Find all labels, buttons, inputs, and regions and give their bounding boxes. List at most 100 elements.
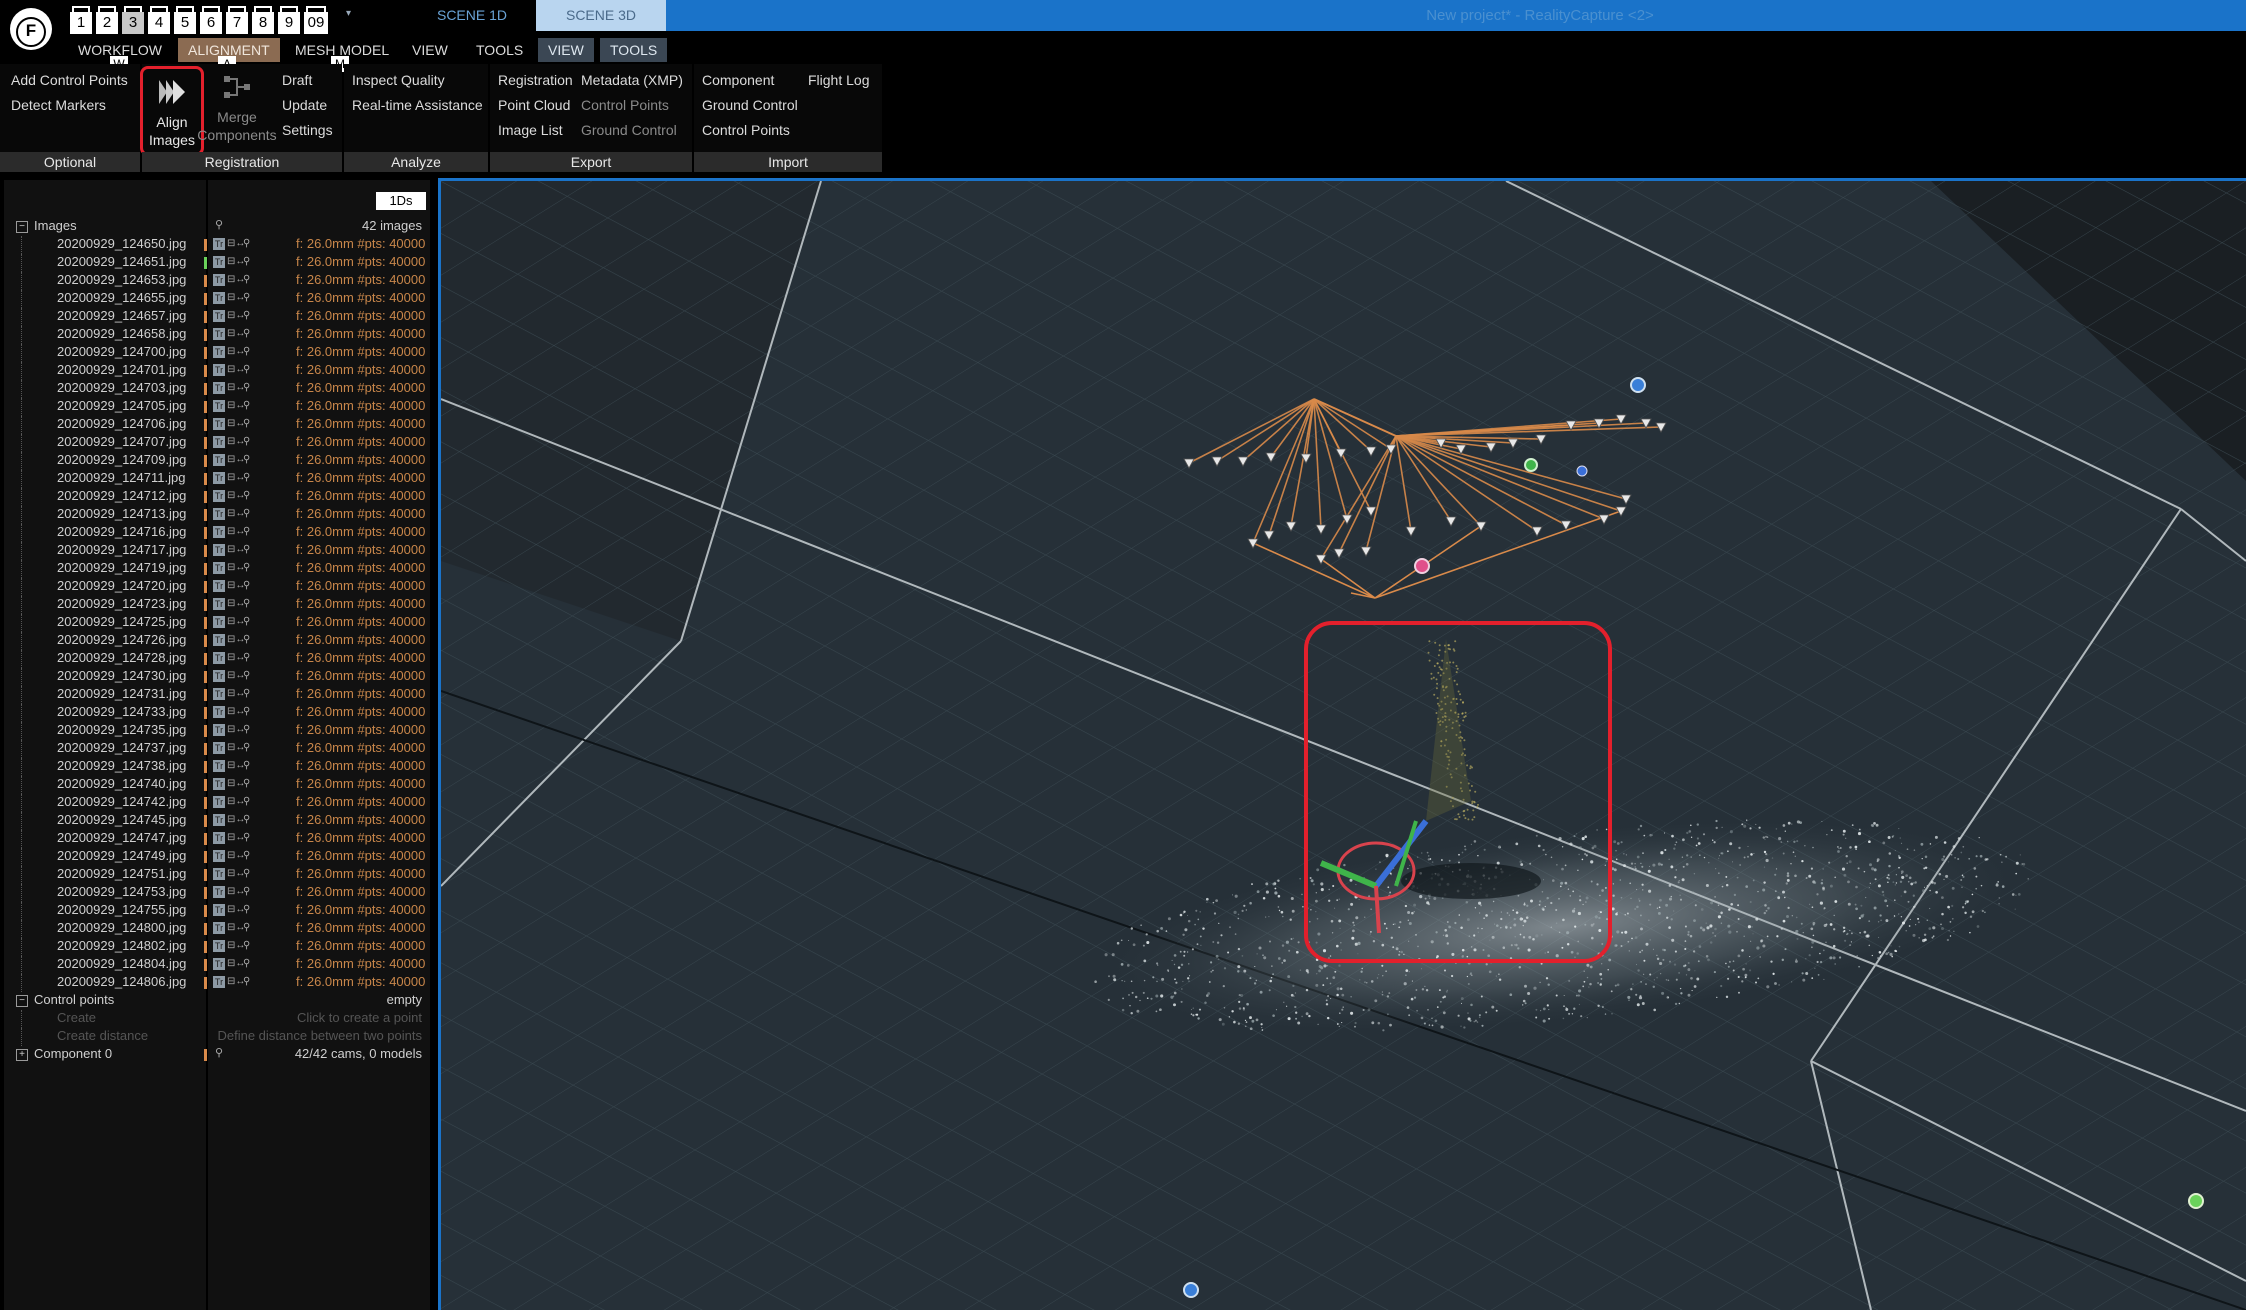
meshing-icon[interactable]: ⊟↔ <box>227 238 245 250</box>
layout-slot-1[interactable]: 1 <box>70 6 92 34</box>
texture-icon[interactable]: Tr <box>213 706 225 718</box>
pin-icon[interactable]: ⚲ <box>243 490 251 502</box>
texture-icon[interactable]: Tr <box>213 526 225 538</box>
texture-icon[interactable]: Tr <box>213 652 225 664</box>
menu-tools[interactable]: TOOLS <box>466 38 533 62</box>
meshing-icon[interactable]: ⊟↔ <box>227 436 245 448</box>
marker-blue-center[interactable] <box>1576 465 1588 477</box>
pin-icon[interactable]: ⚲ <box>243 670 251 682</box>
pin-icon[interactable]: ⚲ <box>243 508 251 520</box>
layout-slot-4[interactable]: 4 <box>148 6 170 34</box>
scene-3d-viewport[interactable] <box>438 178 2246 1310</box>
meshing-icon[interactable]: ⊟↔ <box>227 940 245 952</box>
pin-icon[interactable]: ⚲ <box>243 940 251 952</box>
image-row[interactable]: 20200929_124745.jpg Tr ⊟↔⚲ f: 26.0mm #pts: … <box>4 812 430 830</box>
pin-icon[interactable]: ⚲ <box>243 292 251 304</box>
image-row[interactable]: 20200929_124742.jpg Tr ⊟↔⚲ f: 26.0mm #pts: … <box>4 794 430 812</box>
pin-icon[interactable]: ⚲ <box>243 652 251 664</box>
marker-blue-top[interactable] <box>1630 377 1646 393</box>
align-images-button[interactable]: Align Images <box>140 66 204 156</box>
layout-slot-2[interactable]: 2 <box>96 6 118 34</box>
pin-icon[interactable]: ⚲ <box>243 976 251 988</box>
pin-icon[interactable]: ⚲ <box>243 364 251 376</box>
texture-icon[interactable]: Tr <box>213 472 225 484</box>
texture-icon[interactable]: Tr <box>213 598 225 610</box>
image-row[interactable]: 20200929_124740.jpg Tr ⊟↔⚲ f: 26.0mm #pts: … <box>4 776 430 794</box>
image-row[interactable]: 20200929_124706.jpg Tr ⊟↔⚲ f: 26.0mm #pts: … <box>4 416 430 434</box>
export-point-cloud-button[interactable]: Point Cloud <box>498 97 570 113</box>
pin-icon[interactable]: ⚲ <box>243 598 251 610</box>
images-group-row[interactable]: − Images ⚲ 42 images <box>4 218 430 236</box>
export-metadata-button[interactable]: Metadata (XMP) <box>581 72 683 88</box>
meshing-icon[interactable]: ⊟↔ <box>227 706 245 718</box>
menu-view-scene[interactable]: VIEW <box>538 38 594 62</box>
pin-icon[interactable]: ⚲ <box>243 706 251 718</box>
export-image-list-button[interactable]: Image List <box>498 122 563 138</box>
meshing-icon[interactable]: ⊟↔ <box>227 778 245 790</box>
import-control-points-button[interactable]: Control Points <box>702 122 790 138</box>
image-row[interactable]: 20200929_124749.jpg Tr ⊟↔⚲ f: 26.0mm #pts: … <box>4 848 430 866</box>
image-row[interactable]: 20200929_124800.jpg Tr ⊟↔⚲ f: 26.0mm #pts: … <box>4 920 430 938</box>
component-row[interactable]: + Component 0 ⚲ 42/42 cams, 0 models <box>4 1046 430 1064</box>
pin-icon[interactable]: ⚲ <box>243 544 251 556</box>
image-row[interactable]: 20200929_124733.jpg Tr ⊟↔⚲ f: 26.0mm #pts: … <box>4 704 430 722</box>
pin-icon[interactable]: ⚲ <box>243 904 251 916</box>
add-control-points-button[interactable]: Add Control Points <box>11 72 128 88</box>
meshing-icon[interactable]: ⊟↔ <box>227 562 245 574</box>
image-row[interactable]: 20200929_124728.jpg Tr ⊟↔⚲ f: 26.0mm #pts: … <box>4 650 430 668</box>
pin-icon[interactable]: ⚲ <box>243 850 251 862</box>
draft-button[interactable]: Draft <box>282 72 312 88</box>
texture-icon[interactable]: Tr <box>213 328 225 340</box>
image-row[interactable]: 20200929_124701.jpg Tr ⊟↔⚲ f: 26.0mm #pts: … <box>4 362 430 380</box>
layout-slot-6[interactable]: 6 <box>200 6 222 34</box>
texture-icon[interactable]: Tr <box>213 508 225 520</box>
texture-icon[interactable]: Tr <box>213 454 225 466</box>
export-registration-button[interactable]: Registration <box>498 72 573 88</box>
image-row[interactable]: 20200929_124658.jpg Tr ⊟↔⚲ f: 26.0mm #pts: … <box>4 326 430 344</box>
layout-slot-9[interactable]: 9 <box>278 6 300 34</box>
pin-icon[interactable]: ⚲ <box>243 526 251 538</box>
control-points-row[interactable]: − Control points empty <box>4 992 430 1010</box>
image-row[interactable]: 20200929_124705.jpg Tr ⊟↔⚲ f: 26.0mm #pts: … <box>4 398 430 416</box>
texture-icon[interactable]: Tr <box>213 634 225 646</box>
meshing-icon[interactable]: ⊟↔ <box>227 364 245 376</box>
pin-icon[interactable]: ⚲ <box>243 760 251 772</box>
pin-icon[interactable]: ⚲ <box>243 418 251 430</box>
pin-icon[interactable]: ⚲ <box>243 310 251 322</box>
pin-icon[interactable]: ⚲ <box>243 832 251 844</box>
pin-icon[interactable]: ⚲ <box>243 562 251 574</box>
texture-icon[interactable]: Tr <box>213 544 225 556</box>
meshing-icon[interactable]: ⊟↔ <box>227 328 245 340</box>
texture-icon[interactable]: Tr <box>213 274 225 286</box>
meshing-icon[interactable]: ⊟↔ <box>227 760 245 772</box>
image-row[interactable]: 20200929_124720.jpg Tr ⊟↔⚲ f: 26.0mm #pts: … <box>4 578 430 596</box>
merge-components-button[interactable]: Merge Components <box>196 72 278 144</box>
texture-icon[interactable]: Tr <box>213 976 225 988</box>
texture-icon[interactable]: Tr <box>213 418 225 430</box>
texture-icon[interactable]: Tr <box>213 310 225 322</box>
texture-icon[interactable]: Tr <box>213 616 225 628</box>
pin-icon[interactable]: ⚲ <box>243 472 251 484</box>
meshing-icon[interactable]: ⊟↔ <box>227 400 245 412</box>
meshing-icon[interactable]: ⊟↔ <box>227 616 245 628</box>
meshing-icon[interactable]: ⊟↔ <box>227 580 245 592</box>
meshing-icon[interactable]: ⊟↔ <box>227 976 245 988</box>
meshing-icon[interactable]: ⊟↔ <box>227 598 245 610</box>
texture-icon[interactable]: Tr <box>213 868 225 880</box>
image-row[interactable]: 20200929_124802.jpg Tr ⊟↔⚲ f: 26.0mm #pts: … <box>4 938 430 956</box>
image-row[interactable]: 20200929_124735.jpg Tr ⊟↔⚲ f: 26.0mm #pts: … <box>4 722 430 740</box>
meshing-icon[interactable]: ⊟↔ <box>227 472 245 484</box>
image-row[interactable]: 20200929_124716.jpg Tr ⊟↔⚲ f: 26.0mm #pts: … <box>4 524 430 542</box>
layout-slot-5[interactable]: 5 <box>174 6 196 34</box>
collapse-icon[interactable]: − <box>16 221 28 233</box>
meshing-icon[interactable]: ⊟↔ <box>227 688 245 700</box>
expand-icon[interactable]: + <box>16 1049 28 1061</box>
pin-icon[interactable]: ⚲ <box>243 274 251 286</box>
texture-icon[interactable]: Tr <box>213 724 225 736</box>
pin-icon[interactable]: ⚲ <box>243 436 251 448</box>
image-row[interactable]: 20200929_124726.jpg Tr ⊟↔⚲ f: 26.0mm #pts: … <box>4 632 430 650</box>
meshing-icon[interactable]: ⊟↔ <box>227 958 245 970</box>
texture-icon[interactable]: Tr <box>213 958 225 970</box>
marker-green-corner[interactable] <box>2188 1193 2204 1209</box>
image-row[interactable]: 20200929_124719.jpg Tr ⊟↔⚲ f: 26.0mm #pts: … <box>4 560 430 578</box>
